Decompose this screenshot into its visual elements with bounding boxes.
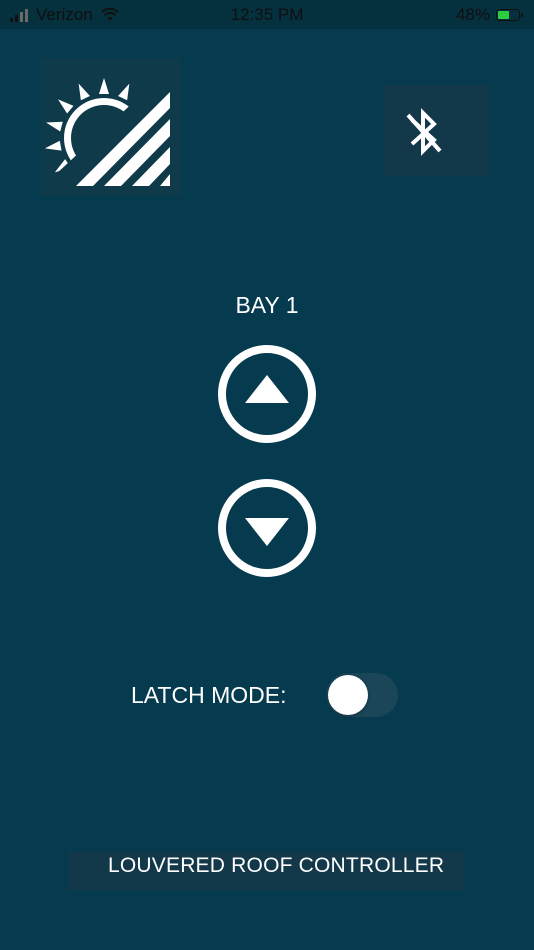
battery-percent: 48% [455, 5, 490, 24]
latch-mode-label: LATCH MODE: [131, 682, 287, 708]
app-title: LOUVERED ROOF CONTROLLER [108, 854, 445, 877]
arrow-down-circle-icon [218, 479, 316, 577]
status-bar: Verizon 12:35 PM 48% [0, 0, 534, 29]
bay-label: BAY 1 [235, 292, 299, 318]
bluetooth-button[interactable] [383, 85, 489, 176]
bluetooth-disabled-icon [406, 108, 442, 156]
sun-louver-logo-icon [44, 78, 170, 186]
toggle-knob [328, 675, 368, 715]
app-logo [41, 58, 181, 196]
battery-charging-icon [496, 9, 523, 21]
lower-button[interactable] [217, 478, 317, 578]
latch-mode-toggle[interactable] [326, 673, 398, 717]
status-right: 48% [455, 5, 523, 25]
app-screen: Verizon 12:35 PM 48% BAY 1 LATCH MODE: L… [0, 0, 534, 950]
footer-banner: LOUVERED ROOF CONTROLLER [68, 852, 464, 890]
arrow-up-circle-icon [218, 345, 316, 443]
raise-button[interactable] [217, 344, 317, 444]
status-time: 12:35 PM [230, 5, 304, 24]
